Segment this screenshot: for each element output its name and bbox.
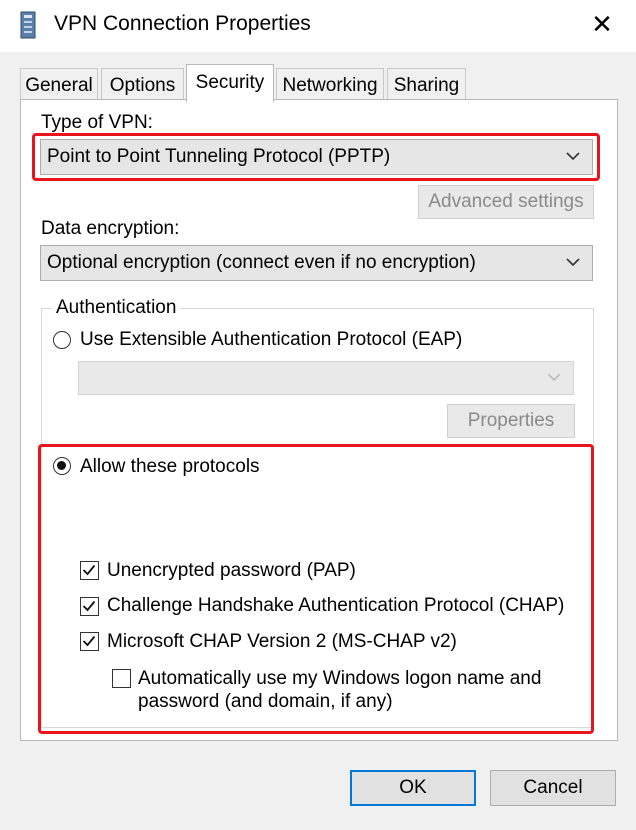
cancel-button[interactable]: Cancel <box>490 770 616 806</box>
data-encryption-label: Data encryption: <box>41 218 180 239</box>
chap-checkbox[interactable] <box>80 597 99 616</box>
chap-label[interactable]: Challenge Handshake Authentication Proto… <box>107 595 564 617</box>
ok-button[interactable]: OK <box>350 770 476 806</box>
auto-logon-label-line2[interactable]: password (and domain, if any) <box>138 691 393 713</box>
eap-dropdown[interactable] <box>78 361 574 395</box>
vpn-app-icon <box>20 11 36 39</box>
vpn-type-value: Point to Point Tunneling Protocol (PPTP) <box>47 146 391 167</box>
tab-security[interactable]: Security <box>186 64 274 102</box>
eap-radio-label[interactable]: Use Extensible Authentication Protocol (… <box>80 329 462 351</box>
advanced-settings-button[interactable]: Advanced settings <box>418 185 594 219</box>
chevron-down-icon <box>566 152 580 161</box>
data-encryption-dropdown[interactable]: Optional encryption (connect even if no … <box>40 245 593 281</box>
chevron-down-icon <box>566 258 580 267</box>
checkmark-icon <box>82 635 96 647</box>
checkmark-icon <box>82 600 96 612</box>
tab-options[interactable]: Options <box>101 68 184 102</box>
properties-button[interactable]: Properties <box>447 404 575 438</box>
auto-logon-checkbox[interactable] <box>112 669 131 688</box>
allow-protocols-radio[interactable] <box>53 457 71 475</box>
pap-label[interactable]: Unencrypted password (PAP) <box>107 560 356 582</box>
window-title: VPN Connection Properties <box>54 12 311 35</box>
tab-networking[interactable]: Networking <box>276 68 384 102</box>
auto-logon-label-line1[interactable]: Automatically use my Windows logon name … <box>138 668 541 690</box>
radio-selected-dot <box>57 461 66 470</box>
pap-checkbox[interactable] <box>80 561 99 580</box>
vpn-type-dropdown[interactable]: Point to Point Tunneling Protocol (PPTP) <box>40 139 593 175</box>
mschap-v2-checkbox[interactable] <box>80 632 99 651</box>
data-encryption-value: Optional encryption (connect even if no … <box>47 252 476 273</box>
tab-general[interactable]: General <box>20 68 98 102</box>
tab-sharing[interactable]: Sharing <box>387 68 466 102</box>
mschap-v2-label[interactable]: Microsoft CHAP Version 2 (MS-CHAP v2) <box>107 631 457 653</box>
close-icon[interactable]: ✕ <box>584 6 620 42</box>
chevron-down-icon <box>547 373 561 381</box>
checkmark-icon <box>82 564 96 576</box>
allow-protocols-label[interactable]: Allow these protocols <box>80 456 260 478</box>
eap-radio[interactable] <box>53 331 71 349</box>
type-of-vpn-label: Type of VPN: <box>41 112 153 133</box>
authentication-group-label: Authentication <box>52 297 181 319</box>
